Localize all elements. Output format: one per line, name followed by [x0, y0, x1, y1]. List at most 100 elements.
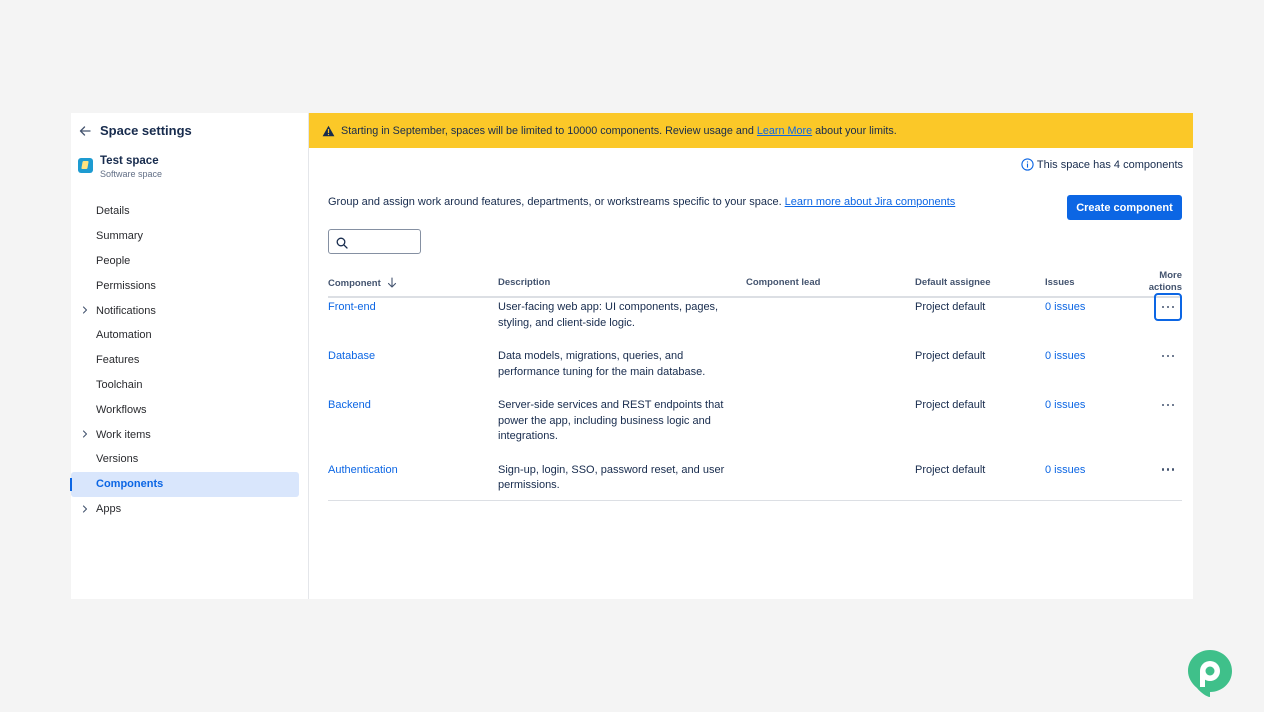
sidebar-item-components[interactable]: Components — [70, 471, 299, 497]
search-field[interactable] — [328, 229, 421, 254]
components-table: Component Description Component lead Def… — [328, 268, 1182, 501]
space-info: Test space Software space — [78, 154, 162, 180]
chevron-right-icon[interactable] — [80, 504, 90, 514]
search-input[interactable] — [353, 233, 417, 250]
component-count-note: This space has 4 components — [1021, 158, 1183, 171]
sidebar-item-workflows[interactable]: Workflows — [71, 397, 309, 422]
sidebar-item-summary[interactable]: Summary — [71, 224, 309, 249]
issues-link[interactable]: 0 issues — [1045, 398, 1085, 414]
sidebar-item-label: Summary — [96, 230, 144, 243]
main-content: Starting in September, spaces will be li… — [309, 113, 1193, 599]
arrow-down-icon[interactable] — [387, 277, 397, 288]
default-assignee: Project default — [915, 301, 986, 313]
issues-link[interactable]: 0 issues — [1045, 463, 1085, 479]
issues-link[interactable]: 0 issues — [1045, 349, 1085, 365]
page-description: Group and assign work around features, d… — [328, 196, 955, 208]
component-description: Server-side services and REST endpoints … — [498, 398, 723, 445]
description-line: permissions. — [498, 479, 560, 491]
intro-text: Group and assign work around features, d… — [328, 196, 782, 208]
default-assignee: Project default — [915, 350, 986, 362]
issues-link[interactable]: 0 issues — [1045, 300, 1085, 316]
sidebar-item-label: Features — [96, 354, 140, 367]
more-dots-icon — [1161, 354, 1175, 358]
component-description: Sign-up, login, SSO, password reset, and… — [498, 463, 724, 494]
description-line: power the app, including business logic … — [498, 414, 711, 427]
sidebar-item-label: Permissions — [96, 279, 156, 292]
description-line: integrations. — [498, 430, 558, 442]
header-more-line1: More — [1159, 270, 1182, 281]
sidebar-item-label: Details — [96, 205, 130, 218]
table-row: Authentication Sign-up, login, SSO, passw… — [328, 463, 1182, 512]
sidebar-item-features[interactable]: Features — [71, 348, 309, 373]
banner-learn-more-link[interactable]: Learn More — [757, 125, 812, 137]
sidebar-item-apps[interactable]: Apps — [71, 497, 309, 522]
sidebar-item-automation[interactable]: Automation — [71, 323, 309, 348]
more-dots-icon — [1161, 468, 1175, 471]
brand-logo-icon — [1188, 650, 1232, 697]
chevron-right-icon[interactable] — [80, 429, 90, 439]
more-dots-icon — [1161, 403, 1175, 407]
space-type: Software space — [100, 169, 163, 179]
space-avatar-icon — [78, 158, 93, 173]
table-bottom-border — [328, 499, 1182, 501]
sidebar-item-label: Toolchain — [96, 378, 143, 391]
arrow-left-icon[interactable] — [78, 124, 92, 138]
sidebar-item-label: Automation — [96, 329, 152, 342]
sidebar-item-versions[interactable]: Versions — [71, 447, 309, 472]
component-name-link[interactable]: Backend — [328, 398, 371, 414]
header-component[interactable]: Component — [328, 277, 397, 289]
more-actions-button[interactable] — [1154, 456, 1182, 484]
table-row: Database Data models, migrations, queries… — [328, 349, 1182, 398]
sidebar-item-label: Workflows — [96, 403, 147, 416]
warning-triangle-icon — [322, 125, 335, 137]
sidebar-item-label: Apps — [96, 502, 122, 515]
sidebar-title: Space settings — [100, 123, 192, 138]
sidebar-item-permissions[interactable]: Permissions — [71, 273, 309, 298]
sidebar-item-people[interactable]: People — [71, 249, 309, 274]
limit-warning-banner: Starting in September, spaces will be li… — [309, 113, 1193, 148]
header-component-label: Component — [328, 278, 381, 289]
sidebar-item-notifications[interactable]: Notifications — [71, 298, 309, 323]
sidebar-nav: Details Summary People Permissions Notificat… — [70, 199, 309, 522]
learn-more-components-link[interactable]: Learn more about Jira components — [785, 196, 956, 208]
more-actions-button[interactable] — [1154, 342, 1182, 370]
table-row: Front-end User-facing web app: UI compone… — [328, 293, 1182, 349]
create-component-button[interactable]: Create component — [1067, 195, 1182, 220]
banner-text: Starting in September, spaces will be li… — [341, 124, 754, 137]
header-more-actions: More actions — [1149, 270, 1182, 294]
more-actions-button[interactable] — [1154, 391, 1182, 419]
sidebar-item-label: Components — [96, 478, 164, 491]
sidebar-item-details[interactable]: Details — [71, 199, 309, 224]
sidebar-item-label: People — [96, 254, 131, 267]
sidebar-item-work-items[interactable]: Work items — [71, 422, 309, 447]
more-actions-button[interactable] — [1154, 293, 1182, 321]
banner-text-after: about your limits. — [815, 124, 897, 137]
header-component-lead: Component lead — [746, 277, 821, 288]
header-more-line2: actions — [1148, 282, 1182, 293]
more-dots-icon — [1161, 305, 1175, 309]
sidebar: Space settings Test space Software space… — [70, 113, 309, 599]
default-assignee: Project default — [915, 463, 986, 476]
sidebar-item-label: Versions — [96, 453, 139, 466]
chevron-right-icon[interactable] — [80, 305, 90, 315]
sidebar-header: Space settings — [78, 123, 192, 138]
search-icon — [336, 236, 348, 249]
description-line: styling, and client-side logic. — [498, 316, 635, 329]
description-line: performance tuning for the main database… — [498, 365, 706, 378]
app-window: Space settings Test space Software space… — [70, 113, 1193, 599]
description-line: Data models, migrations, queries, and — [498, 350, 684, 362]
component-name-link[interactable]: Front-end — [328, 300, 376, 316]
info-circle-icon — [1021, 158, 1034, 171]
table-header: Component Description Component lead Def… — [328, 268, 1182, 298]
sidebar-item-toolchain[interactable]: Toolchain — [71, 373, 309, 398]
table-row: Backend Server-side services and REST end… — [328, 398, 1182, 463]
component-name-link[interactable]: Database — [328, 349, 375, 365]
component-count-text: This space has 4 components — [1036, 158, 1183, 171]
component-description: User-facing web app: UI components, page… — [498, 300, 718, 331]
component-name-link[interactable]: Authentication — [328, 463, 398, 479]
sidebar-item-label: Notifications — [96, 304, 156, 317]
component-description: Data models, migrations, queries, and per… — [498, 349, 705, 380]
description-line: Sign-up, login, SSO, password reset, and… — [498, 463, 725, 476]
space-name: Test space — [100, 155, 159, 167]
default-assignee: Project default — [915, 399, 986, 411]
